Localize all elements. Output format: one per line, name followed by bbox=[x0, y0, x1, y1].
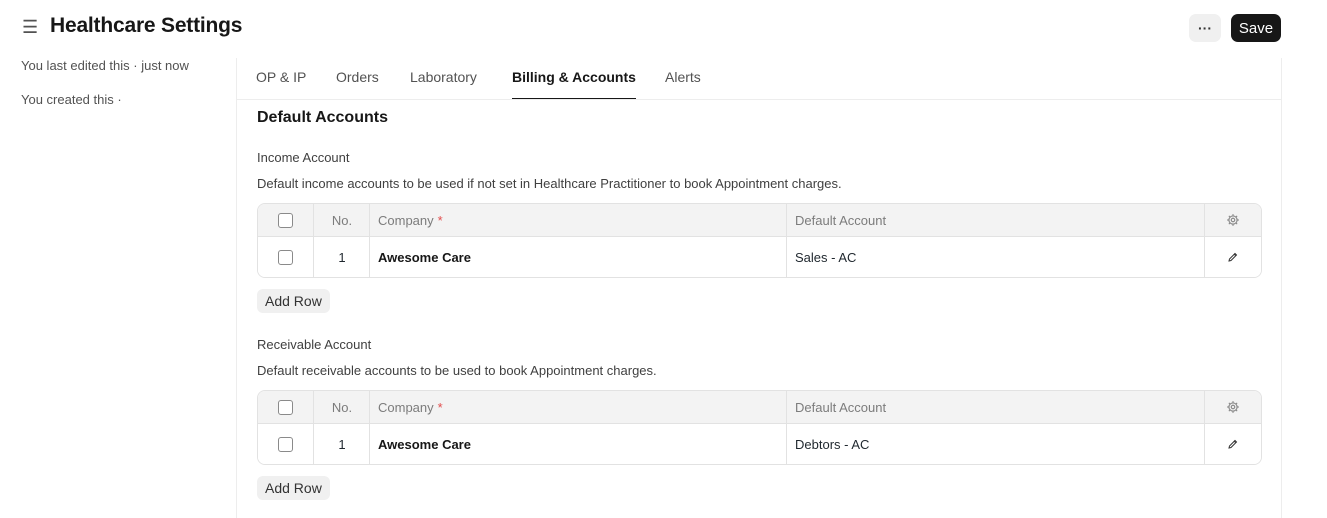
table-header: No. Company * Default Account bbox=[258, 391, 1261, 424]
income-account-label: Income Account bbox=[257, 150, 350, 165]
receivable-account-description: Default receivable accounts to be used t… bbox=[257, 363, 657, 378]
gear-icon[interactable] bbox=[1205, 391, 1261, 423]
row-company[interactable]: Awesome Care bbox=[378, 237, 778, 277]
tab-alerts[interactable]: Alerts bbox=[665, 69, 701, 99]
receivable-account-label: Receivable Account bbox=[257, 337, 372, 352]
page-title: Healthcare Settings bbox=[50, 14, 243, 37]
add-row-button[interactable]: Add Row bbox=[257, 289, 330, 313]
last-edited-info: You last edited this · just now bbox=[21, 58, 189, 73]
row-company[interactable]: Awesome Care bbox=[378, 424, 778, 464]
required-mark: * bbox=[437, 399, 443, 415]
income-account-description: Default income accounts to be used if no… bbox=[257, 176, 842, 191]
column-header-company: Company * bbox=[378, 391, 778, 423]
table-row[interactable]: 1 Awesome Care Debtors - AC bbox=[258, 424, 1261, 464]
add-row-button[interactable]: Add Row bbox=[257, 476, 330, 500]
select-all-checkbox[interactable] bbox=[278, 399, 293, 415]
row-select-cell bbox=[278, 424, 298, 464]
row-select-cell bbox=[278, 237, 298, 277]
sidebar: You last edited this · just now You crea… bbox=[21, 56, 191, 124]
more-actions-button[interactable]: ··· bbox=[1189, 14, 1221, 42]
select-all-cell bbox=[278, 204, 298, 236]
column-header-company-label: Company bbox=[378, 399, 434, 415]
created-info: You created this · bbox=[21, 92, 122, 107]
income-account-table: No. Company * Default Account 1 Awesome C… bbox=[257, 203, 1262, 278]
tab-laboratory[interactable]: Laboratory bbox=[410, 69, 477, 99]
tab-billing-accounts[interactable]: Billing & Accounts bbox=[512, 69, 636, 99]
table-header: No. Company * Default Account bbox=[258, 204, 1261, 237]
save-button[interactable]: Save bbox=[1231, 14, 1281, 42]
pencil-icon[interactable] bbox=[1205, 237, 1261, 277]
form-card: OP & IP Orders Laboratory Billing & Acco… bbox=[236, 58, 1282, 518]
row-default-account[interactable]: Sales - AC bbox=[795, 237, 1195, 277]
row-checkbox[interactable] bbox=[278, 249, 293, 265]
gear-icon[interactable] bbox=[1205, 204, 1261, 236]
select-all-checkbox[interactable] bbox=[278, 212, 293, 228]
column-header-default-account: Default Account bbox=[795, 399, 887, 415]
tab-orders[interactable]: Orders bbox=[336, 69, 379, 99]
row-number: 1 bbox=[338, 249, 346, 265]
select-all-cell bbox=[278, 391, 298, 423]
table-row[interactable]: 1 Awesome Care Sales - AC bbox=[258, 237, 1261, 277]
column-header-no: No. bbox=[331, 399, 353, 415]
section-title: Default Accounts bbox=[257, 109, 388, 126]
sidebar-toggle-icon[interactable]: ☰ bbox=[22, 18, 40, 36]
column-header-default-account: Default Account bbox=[795, 212, 887, 228]
row-checkbox[interactable] bbox=[278, 436, 293, 452]
column-header-company: Company * bbox=[378, 204, 778, 236]
receivable-account-table: No. Company * Default Account 1 Awesome C… bbox=[257, 390, 1262, 465]
column-header-no: No. bbox=[331, 212, 353, 228]
pencil-icon[interactable] bbox=[1205, 424, 1261, 464]
tab-op-ip[interactable]: OP & IP bbox=[256, 69, 306, 99]
row-number: 1 bbox=[338, 436, 346, 452]
required-mark: * bbox=[437, 212, 443, 228]
column-header-company-label: Company bbox=[378, 212, 434, 228]
tab-bar: OP & IP Orders Laboratory Billing & Acco… bbox=[237, 58, 1281, 100]
row-default-account[interactable]: Debtors - AC bbox=[795, 424, 1195, 464]
